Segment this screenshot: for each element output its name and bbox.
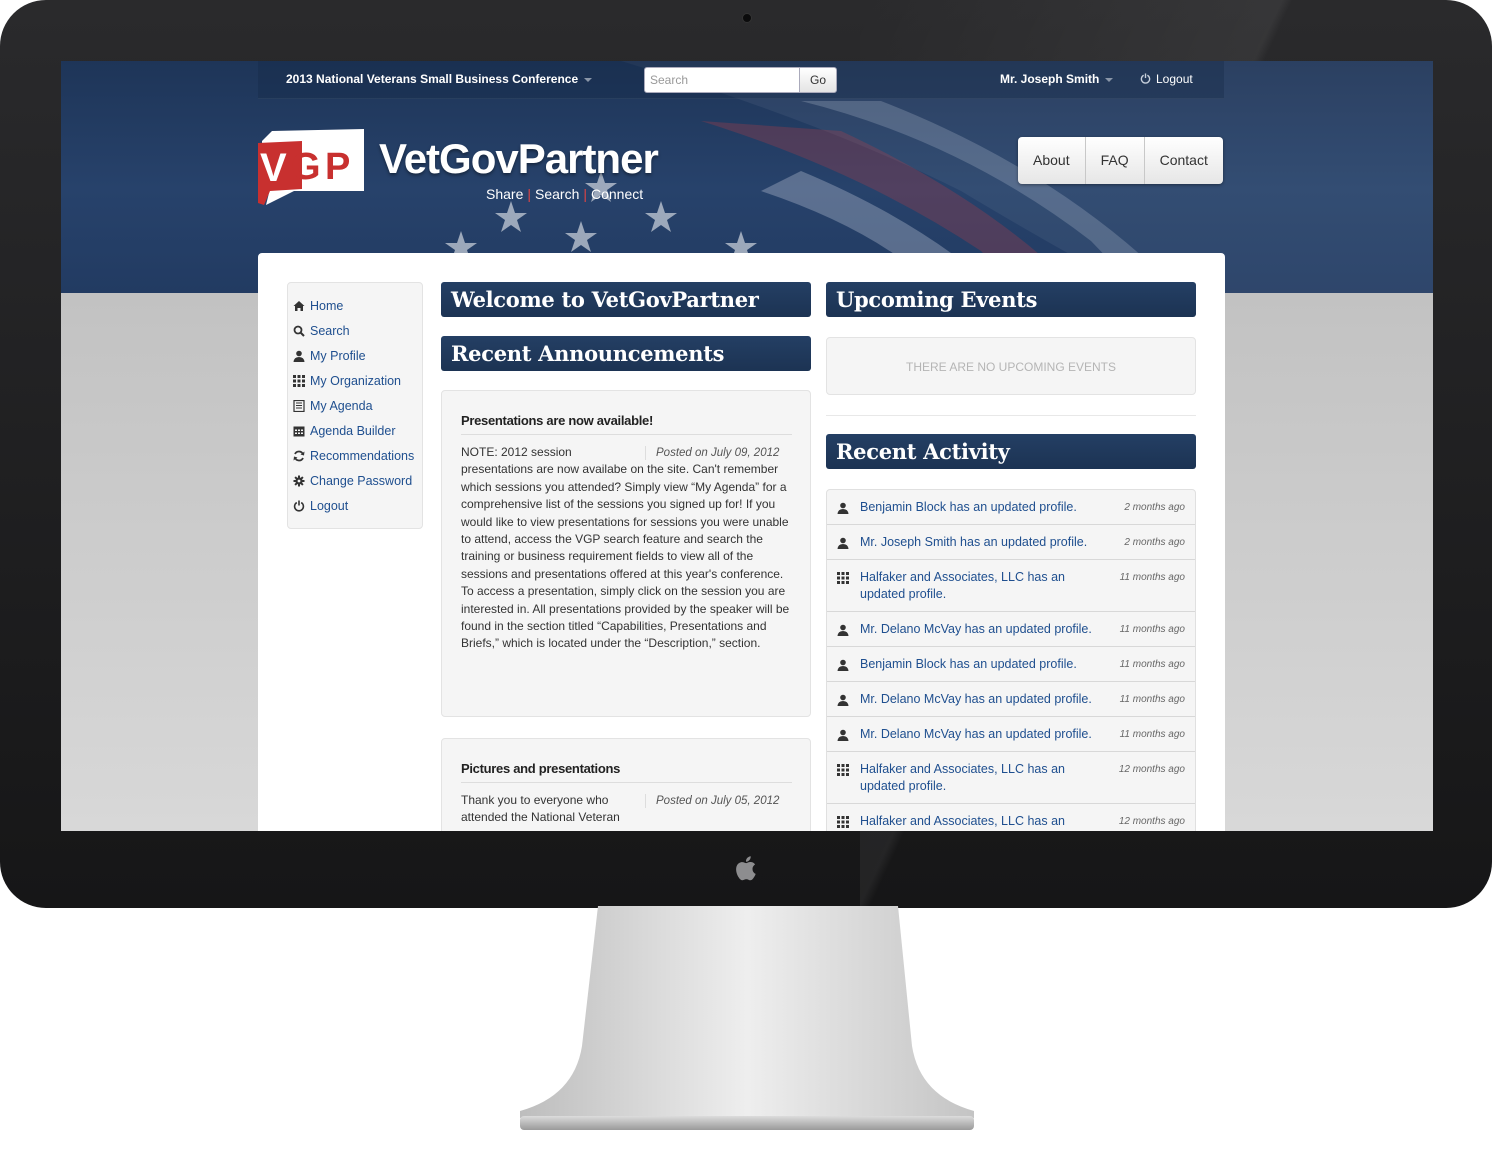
activity-time: 11 months ago [1119,659,1185,670]
power-icon [293,500,305,512]
activity-link[interactable]: Benjamin Block has an updated profile. [860,499,1107,516]
vgp-logo-icon: V G P [258,129,364,205]
announcement-card: Pictures and presentations Posted on Jul… [441,738,811,831]
activity-item: Halfaker and Associates, LLC has an upda… [827,752,1195,804]
activity-link[interactable]: Halfaker and Associates, LLC has an upda… [860,813,1107,831]
no-events-message: There are no upcoming events [826,337,1196,395]
sidebar: Home Search My Profile My Organization M… [287,282,423,529]
nav-contact-button[interactable]: Contact [1144,137,1223,184]
sidebar-item-my-organization[interactable]: My Organization [288,368,422,393]
sidebar-item-my-agenda[interactable]: My Agenda [288,393,422,418]
main-nav: About FAQ Contact [1018,137,1223,184]
activity-item: Mr. Delano McVay has an updated profile.… [827,717,1195,752]
sidebar-item-search[interactable]: Search [288,318,422,343]
grid-icon [837,764,849,776]
list-icon [293,399,305,412]
activity-item: Mr. Delano McVay has an updated profile.… [827,612,1195,647]
conference-selector[interactable]: 2013 National Veterans Small Business Co… [286,72,593,86]
sidebar-item-home[interactable]: Home [288,293,422,318]
svg-text:G: G [291,146,321,188]
apple-logo-icon [736,856,756,881]
user-menu[interactable]: Mr. Joseph Smith [1000,72,1114,86]
activity-link[interactable]: Benjamin Block has an updated profile. [860,656,1107,673]
activity-item: Mr. Joseph Smith has an updated profile.… [827,525,1195,560]
nav-about-button[interactable]: About [1018,137,1086,184]
grid-icon [837,572,849,584]
search-input[interactable] [644,67,800,93]
activity-link[interactable]: Mr. Delano McVay has an updated profile. [860,691,1107,708]
brand-name: VetGovPartner [379,135,659,182]
sidebar-item-my-profile[interactable]: My Profile [288,343,422,368]
top-navbar: 2013 National Veterans Small Business Co… [258,61,1224,99]
activity-item: Mr. Delano McVay has an updated profile.… [827,682,1195,717]
user-icon [837,624,849,636]
browser-screen: 2013 National Veterans Small Business Co… [61,61,1433,831]
activity-time: 12 months ago [1118,816,1185,827]
monitor-stand [520,906,974,1130]
home-icon [293,300,305,311]
sidebar-item-recommendations[interactable]: Recommendations [288,443,422,468]
announcement-body: Posted on July 09, 2012 NOTE: 2012 sessi… [461,444,792,653]
activity-time: 12 months ago [1118,764,1185,775]
events-heading: Upcoming Events [826,282,1196,317]
user-icon [293,350,305,362]
power-icon [1140,73,1151,84]
user-icon [837,537,849,549]
welcome-heading: Welcome to VetGovPartner [441,282,811,317]
announcement-body: Posted on July 05, 2012 Thank you to eve… [461,792,792,827]
activity-time: 11 months ago [1119,624,1185,635]
activity-link[interactable]: Halfaker and Associates, LLC has an upda… [860,761,1107,795]
camera-icon [742,13,752,23]
conference-name: 2013 National Veterans Small Business Co… [286,72,579,86]
activity-list: Benjamin Block has an updated profile. 2… [826,489,1196,831]
nav-faq-button[interactable]: FAQ [1085,137,1145,184]
activity-item: Benjamin Block has an updated profile. 1… [827,647,1195,682]
activity-time: 11 months ago [1119,694,1185,705]
grid-icon [837,816,849,828]
brand-tagline: Share | Search | Connect [486,186,644,202]
activity-time: 11 months ago [1119,729,1185,740]
divider [826,415,1196,416]
user-icon [837,502,849,514]
sidebar-item-agenda-builder[interactable]: Agenda Builder [288,418,422,443]
announcement-date: Posted on July 05, 2012 [645,794,792,808]
go-button[interactable]: Go [799,67,837,93]
announcement-card: Presentations are now available! Posted … [441,390,811,717]
refresh-icon [293,450,305,461]
activity-heading: Recent Activity [826,434,1196,469]
announcements-heading: Recent Announcements [441,336,811,371]
activity-item: Halfaker and Associates, LLC has an upda… [827,804,1195,831]
activity-link[interactable]: Mr. Delano McVay has an updated profile. [860,621,1107,638]
chevron-down-icon [1105,77,1114,82]
announcement-date: Posted on July 09, 2012 [645,446,792,460]
activity-time: 2 months ago [1124,537,1185,548]
main-content: Home Search My Profile My Organization M… [258,253,1225,831]
svg-text:P: P [325,146,350,188]
search-icon [293,325,305,337]
chevron-down-icon [584,77,593,82]
activity-link[interactable]: Mr. Joseph Smith has an updated profile. [860,534,1107,551]
activity-time: 2 months ago [1124,502,1185,513]
activity-link[interactable]: Mr. Delano McVay has an updated profile. [860,726,1107,743]
user-name: Mr. Joseph Smith [1000,72,1100,86]
logout-link[interactable]: Logout [1140,72,1193,86]
user-icon [837,729,849,741]
activity-time: 11 months ago [1119,572,1185,583]
user-icon [837,659,849,671]
logout-label: Logout [1156,72,1193,86]
sidebar-item-logout[interactable]: Logout [288,493,422,518]
sidebar-item-change-password[interactable]: Change Password [288,468,422,493]
activity-item: Benjamin Block has an updated profile. 2… [827,490,1195,525]
svg-text:V: V [260,146,287,190]
calendar-icon [293,426,305,436]
grid-icon [293,374,305,387]
activity-item: Halfaker and Associates, LLC has an upda… [827,560,1195,612]
activity-link[interactable]: Halfaker and Associates, LLC has an upda… [860,569,1107,603]
announcement-title[interactable]: Presentations are now available! [461,413,792,435]
user-icon [837,694,849,706]
gear-icon [293,475,305,486]
announcement-title[interactable]: Pictures and presentations [461,761,792,783]
